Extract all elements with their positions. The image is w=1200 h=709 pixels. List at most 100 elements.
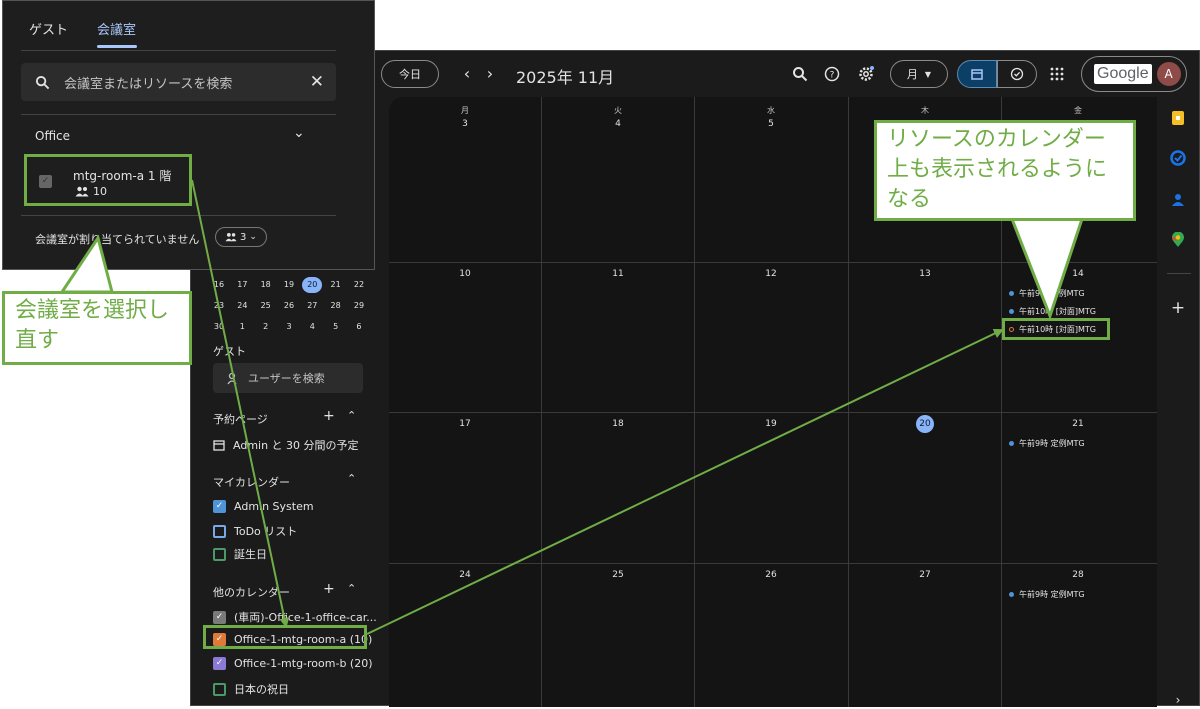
add-addon-icon[interactable]: + bbox=[1169, 298, 1187, 318]
mini-day[interactable]: 6 bbox=[349, 319, 369, 335]
event-chip[interactable]: 午前9時 定例MTG bbox=[1009, 288, 1085, 299]
day-number[interactable]: 19 bbox=[695, 419, 847, 429]
day-number[interactable]: 3 bbox=[389, 119, 541, 129]
search-icon bbox=[35, 75, 50, 89]
event-chip[interactable]: 午前10時 [対面]MTG bbox=[1009, 306, 1096, 317]
checkbox-unchecked[interactable] bbox=[213, 524, 226, 538]
day-number[interactable]: 11 bbox=[542, 269, 694, 279]
highlight-room-selection bbox=[24, 154, 192, 206]
mini-day-selected[interactable]: 20 bbox=[302, 277, 323, 293]
view-selector[interactable]: 月 ▼ bbox=[890, 60, 948, 88]
checkbox-unchecked[interactable] bbox=[213, 682, 226, 696]
right-callout: リソースのカレンダー上も表示されるようになる bbox=[874, 120, 1136, 221]
tasks-view-toggle[interactable] bbox=[997, 60, 1037, 88]
chevron-up-icon[interactable]: ⌃ bbox=[347, 409, 356, 422]
chevron-down-icon[interactable]: ⌄ bbox=[293, 125, 305, 141]
day-number[interactable]: 13 bbox=[849, 269, 1001, 279]
mini-day[interactable]: 24 bbox=[232, 298, 252, 314]
day-number[interactable]: 28 bbox=[1002, 570, 1154, 580]
chevron-right-icon[interactable]: › bbox=[1169, 691, 1187, 709]
mini-day[interactable]: 23 bbox=[209, 298, 229, 314]
booking-page-item[interactable]: Admin と 30 分間の予定 bbox=[213, 437, 359, 453]
close-icon[interactable]: ✕ bbox=[310, 72, 324, 92]
event-label: 午前9時 定例MTG bbox=[1019, 590, 1085, 599]
svg-text:?: ? bbox=[830, 71, 835, 81]
add-booking-page-icon[interactable]: + bbox=[323, 408, 335, 424]
today-button[interactable]: 今日 bbox=[381, 60, 439, 88]
user-search-placeholder: ユーザーを検索 bbox=[248, 372, 325, 385]
day-number[interactable]: 18 bbox=[542, 419, 694, 429]
mini-day[interactable]: 4 bbox=[302, 319, 322, 335]
today-day-number[interactable]: 20 bbox=[849, 415, 1001, 433]
mini-day[interactable]: 28 bbox=[326, 298, 346, 314]
day-number[interactable]: 21 bbox=[1002, 419, 1154, 429]
event-dot bbox=[1009, 441, 1014, 446]
contacts-icon[interactable] bbox=[1169, 191, 1187, 209]
day-number[interactable]: 26 bbox=[695, 570, 847, 580]
calendar-item-admin[interactable]: ✓ Admin System bbox=[213, 500, 314, 513]
add-other-calendar-icon[interactable]: + bbox=[323, 581, 335, 597]
tab-rooms[interactable]: 会議室 bbox=[97, 19, 136, 38]
avatar[interactable]: A bbox=[1156, 62, 1181, 86]
day-number[interactable]: 12 bbox=[695, 269, 847, 279]
mini-day[interactable]: 19 bbox=[279, 277, 299, 293]
event-chip[interactable]: 午前9時 定例MTG bbox=[1009, 589, 1085, 600]
mini-day[interactable]: 30 bbox=[209, 319, 229, 335]
maps-icon[interactable] bbox=[1169, 231, 1187, 249]
checkbox-checked[interactable]: ✓ bbox=[213, 500, 226, 513]
mini-day[interactable]: 26 bbox=[279, 298, 299, 314]
calendar-item-mtg-room-b[interactable]: ✓ Office-1-mtg-room-b (20) bbox=[213, 657, 373, 670]
calendar-label: ToDo リスト bbox=[234, 525, 298, 538]
weekday-header: 月 bbox=[461, 106, 469, 115]
mini-day[interactable]: 21 bbox=[326, 277, 346, 293]
mini-day[interactable]: 1 bbox=[232, 319, 252, 335]
search-icon[interactable] bbox=[789, 63, 811, 85]
chevron-up-icon[interactable]: ⌃ bbox=[347, 472, 356, 485]
account-switcher[interactable]: Google A bbox=[1081, 56, 1187, 92]
day-number[interactable]: 10 bbox=[389, 269, 541, 279]
day-number[interactable]: 17 bbox=[389, 419, 541, 429]
user-search-input[interactable]: ユーザーを検索 bbox=[213, 363, 363, 393]
day-number[interactable]: 14 bbox=[1002, 269, 1154, 279]
guest-count-chip[interactable]: 3 ⌄ bbox=[215, 227, 267, 247]
mini-day[interactable]: 18 bbox=[256, 277, 276, 293]
mini-day[interactable]: 3 bbox=[279, 319, 299, 335]
keep-icon[interactable] bbox=[1169, 109, 1187, 127]
day-number[interactable]: 27 bbox=[849, 570, 1001, 580]
mini-day[interactable]: 16 bbox=[209, 277, 229, 293]
mini-day[interactable]: 5 bbox=[326, 319, 346, 335]
mini-day[interactable]: 2 bbox=[256, 319, 276, 335]
room-search-input[interactable]: 会議室またはリソースを検索 ✕ bbox=[21, 63, 336, 101]
mini-day[interactable]: 22 bbox=[349, 277, 369, 293]
checkbox-checked[interactable]: ✓ bbox=[213, 657, 226, 670]
checkbox-unchecked[interactable] bbox=[213, 547, 226, 561]
day-number[interactable]: 25 bbox=[542, 570, 694, 580]
calendar-view-toggle[interactable] bbox=[957, 60, 997, 88]
calendar-item-todo[interactable]: ToDo リスト bbox=[213, 523, 297, 539]
gear-icon[interactable] bbox=[855, 63, 877, 85]
active-tab-indicator bbox=[97, 45, 137, 48]
chevron-left-icon[interactable]: ‹ bbox=[458, 63, 476, 85]
left-callout: 会議室を選択し直す bbox=[2, 291, 192, 365]
calendar-label: 誕生日 bbox=[234, 548, 267, 561]
mini-day[interactable]: 25 bbox=[256, 298, 276, 314]
chevron-right-icon[interactable]: › bbox=[481, 63, 499, 85]
tab-guest[interactable]: ゲスト bbox=[29, 19, 68, 38]
chevron-up-icon[interactable]: ⌃ bbox=[347, 582, 356, 595]
tasks-icon[interactable] bbox=[1169, 149, 1187, 167]
day-number[interactable]: 24 bbox=[389, 570, 541, 580]
day-number[interactable]: 5 bbox=[695, 119, 847, 129]
event-chip[interactable]: 午前9時 定例MTG bbox=[1009, 438, 1085, 449]
mini-day[interactable]: 27 bbox=[302, 298, 322, 314]
row-divider bbox=[389, 262, 1157, 263]
mini-calendar-week: 30 1 2 3 4 5 6 bbox=[209, 319, 369, 335]
calendar-item-car[interactable]: ✓ (車両)-Office-1-office-car... bbox=[213, 609, 377, 625]
calendar-item-holidays[interactable]: 日本の祝日 bbox=[213, 681, 289, 697]
checkbox-checked[interactable]: ✓ bbox=[213, 610, 226, 624]
calendar-item-birthdays[interactable]: 誕生日 bbox=[213, 546, 267, 562]
mini-day[interactable]: 17 bbox=[232, 277, 252, 293]
apps-grid-icon[interactable] bbox=[1046, 63, 1068, 85]
help-icon[interactable]: ? bbox=[821, 63, 843, 85]
mini-day[interactable]: 29 bbox=[349, 298, 369, 314]
day-number[interactable]: 4 bbox=[542, 119, 694, 129]
